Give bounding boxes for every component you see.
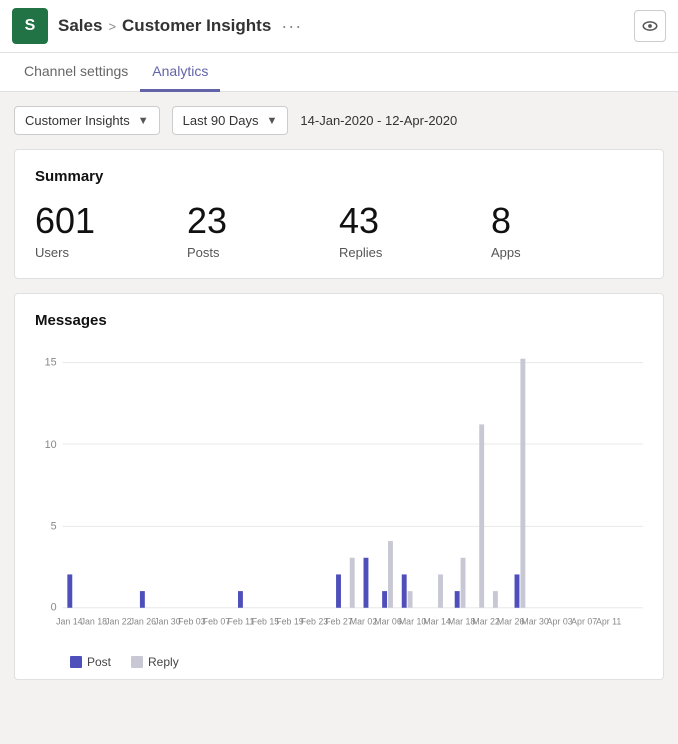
bar-reply-15 [408, 591, 413, 608]
app-icon: S [12, 8, 48, 44]
bar-reply-19 [479, 424, 484, 607]
header: S Sales > Customer Insights ··· [0, 0, 678, 53]
channel-dropdown[interactable]: Customer Insights ▼ [14, 106, 160, 135]
bar-post-18 [455, 591, 460, 608]
posts-label: Posts [187, 245, 339, 260]
more-options-icon[interactable]: ··· [281, 16, 302, 37]
svg-text:Mar 30: Mar 30 [521, 616, 549, 626]
svg-text:5: 5 [51, 520, 57, 532]
messages-chart-card: Messages 15 10 5 0 [14, 293, 664, 680]
apps-count: 8 [491, 201, 643, 241]
tab-channel-settings[interactable]: Channel settings [12, 53, 140, 92]
date-range-label: 14-Jan-2020 - 12-Apr-2020 [300, 113, 457, 128]
messages-chart-area: 15 10 5 0 [35, 345, 643, 645]
svg-text:Mar 22: Mar 22 [472, 616, 500, 626]
svg-text:Feb 03: Feb 03 [178, 616, 206, 626]
svg-text:Apr 11: Apr 11 [596, 616, 621, 626]
period-dropdown-label: Last 90 Days [183, 113, 259, 128]
summary-row: 601 Users 23 Posts 43 Replies 8 Apps [35, 201, 643, 260]
summary-item-replies: 43 Replies [339, 201, 491, 260]
svg-text:0: 0 [51, 601, 57, 613]
users-label: Users [35, 245, 187, 260]
messages-chart-svg: 15 10 5 0 [35, 345, 643, 645]
bar-post-14 [382, 591, 387, 608]
svg-text:Mar 14: Mar 14 [423, 616, 451, 626]
tab-analytics[interactable]: Analytics [140, 53, 220, 92]
bar-post-13 [364, 557, 369, 607]
bar-post-7 [238, 591, 243, 608]
bar-reply-20 [493, 591, 498, 608]
bar-post-0 [67, 574, 72, 607]
channel-name: Sales [58, 16, 102, 36]
svg-text:Jan 26: Jan 26 [130, 616, 157, 626]
replies-label: Replies [339, 245, 491, 260]
svg-text:Feb 15: Feb 15 [252, 616, 280, 626]
legend-post-box [70, 656, 82, 668]
bar-reply-12 [350, 557, 355, 607]
bar-reply-14 [388, 541, 393, 608]
svg-text:Jan 30: Jan 30 [154, 616, 181, 626]
summary-item-posts: 23 Posts [187, 201, 339, 260]
channel-dropdown-chevron: ▼ [138, 115, 149, 127]
main-content: Customer Insights ▼ Last 90 Days ▼ 14-Ja… [0, 92, 678, 694]
eye-button[interactable] [634, 10, 666, 42]
sub-channel-name: Customer Insights [122, 16, 271, 36]
header-title: Sales > Customer Insights ··· [58, 16, 624, 37]
chart-legend: Post Reply [35, 655, 643, 669]
svg-text:Apr 03: Apr 03 [547, 616, 573, 626]
svg-text:Mar 26: Mar 26 [497, 616, 525, 626]
posts-count: 23 [187, 201, 339, 241]
svg-text:10: 10 [45, 439, 57, 451]
svg-text:Jan 18: Jan 18 [81, 616, 108, 626]
svg-text:Mar 06: Mar 06 [374, 616, 402, 626]
summary-item-apps: 8 Apps [491, 201, 643, 260]
users-count: 601 [35, 201, 187, 241]
apps-label: Apps [491, 245, 643, 260]
svg-text:Jan 22: Jan 22 [105, 616, 132, 626]
tabs-bar: Channel settings Analytics [0, 53, 678, 92]
summary-item-users: 601 Users [35, 201, 187, 260]
replies-count: 43 [339, 201, 491, 241]
channel-dropdown-label: Customer Insights [25, 113, 130, 128]
bar-reply-21 [520, 358, 525, 607]
svg-text:Apr 07: Apr 07 [571, 616, 597, 626]
legend-reply-box [131, 656, 143, 668]
legend-reply-label: Reply [148, 655, 179, 669]
bar-post-21 [515, 574, 520, 607]
filter-row: Customer Insights ▼ Last 90 Days ▼ 14-Ja… [14, 106, 664, 135]
svg-text:Feb 19: Feb 19 [276, 616, 304, 626]
legend-post-label: Post [87, 655, 111, 669]
bar-post-11 [336, 574, 341, 607]
svg-text:Feb 11: Feb 11 [228, 616, 255, 626]
messages-chart-title: Messages [35, 312, 643, 329]
bar-post-15 [402, 574, 407, 607]
svg-text:Feb 23: Feb 23 [301, 616, 329, 626]
period-dropdown-chevron: ▼ [267, 115, 278, 127]
svg-text:Mar 10: Mar 10 [399, 616, 427, 626]
summary-title: Summary [35, 168, 643, 185]
bar-reply-18 [461, 557, 466, 607]
svg-text:Mar 02: Mar 02 [350, 616, 378, 626]
svg-text:Feb 27: Feb 27 [325, 616, 353, 626]
svg-text:Jan 14: Jan 14 [56, 616, 83, 626]
bar-post-3 [140, 591, 145, 608]
summary-card: Summary 601 Users 23 Posts 43 Replies 8 … [14, 149, 664, 279]
legend-post: Post [70, 655, 111, 669]
svg-text:Feb 07: Feb 07 [203, 616, 231, 626]
svg-text:15: 15 [45, 356, 57, 368]
breadcrumb-chevron: > [108, 19, 116, 34]
period-dropdown[interactable]: Last 90 Days ▼ [172, 106, 289, 135]
legend-reply: Reply [131, 655, 179, 669]
svg-text:Mar 18: Mar 18 [448, 616, 476, 626]
bar-reply-17 [438, 574, 443, 607]
